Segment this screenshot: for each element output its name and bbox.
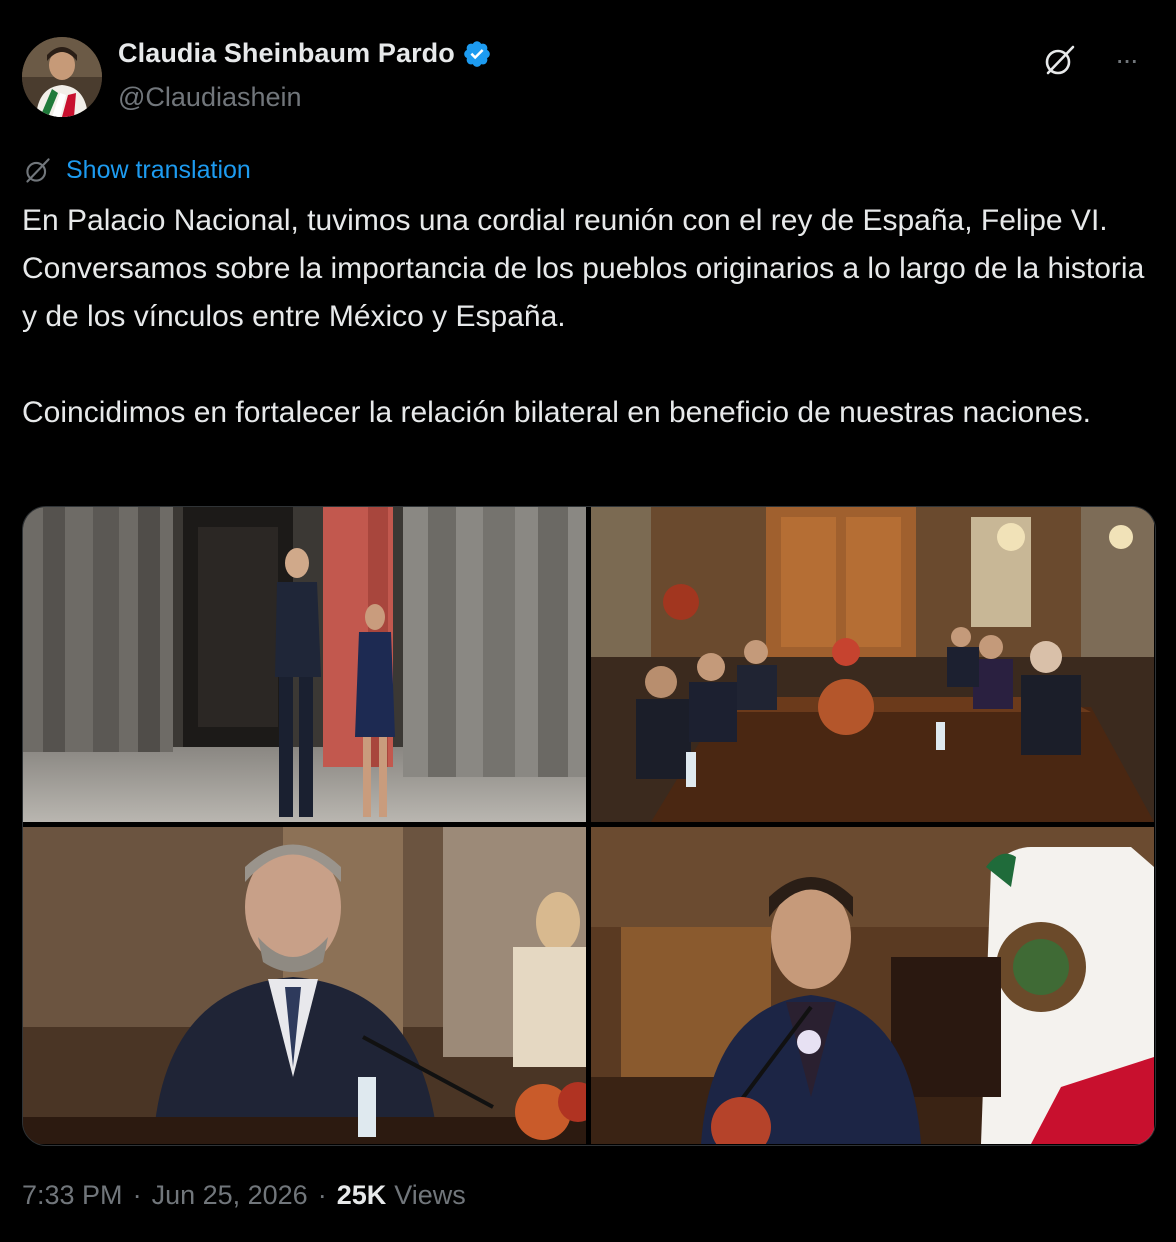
author-handle[interactable]: @Claudiashein	[118, 82, 302, 113]
tweet-time[interactable]: 7:33 PM	[22, 1180, 123, 1211]
tweet-header-actions: ···	[1040, 40, 1146, 80]
more-options-icon[interactable]: ···	[1106, 40, 1146, 80]
show-translation-row[interactable]: Show translation	[22, 155, 251, 185]
avatar[interactable]	[22, 37, 102, 117]
author-display-name[interactable]: Claudia Sheinbaum Pardo	[118, 38, 455, 69]
views-label: Views	[394, 1180, 466, 1210]
media-grid	[22, 506, 1156, 1146]
more-options-glyph: ···	[1115, 44, 1139, 75]
tweet-paragraph: Coincidimos en fortalecer la relación bi…	[22, 396, 1091, 429]
tweet-date[interactable]: Jun 25, 2026	[152, 1180, 308, 1211]
tweet-text: En Palacio Nacional, tuvimos una cordial…	[22, 197, 1152, 437]
photo-meeting-table[interactable]	[591, 507, 1154, 822]
photo-king-speaking[interactable]	[23, 827, 586, 1144]
author-name-row[interactable]: Claudia Sheinbaum Pardo	[118, 38, 492, 69]
show-translation-link[interactable]: Show translation	[66, 156, 251, 185]
verified-badge-icon	[464, 40, 490, 67]
grok-icon[interactable]	[1040, 40, 1080, 80]
tweet-paragraph: En Palacio Nacional, tuvimos una cordial…	[22, 204, 1145, 333]
photo-president-speaking[interactable]	[591, 827, 1154, 1144]
translate-icon	[26, 158, 50, 183]
photo-palace-corridor[interactable]	[23, 507, 586, 822]
tweet-footer: 7:33 PM · Jun 25, 2026 · 25K Views	[22, 1180, 466, 1211]
views-count: 25K	[336, 1180, 387, 1210]
separator: ·	[132, 1180, 142, 1210]
separator: ·	[317, 1180, 327, 1210]
